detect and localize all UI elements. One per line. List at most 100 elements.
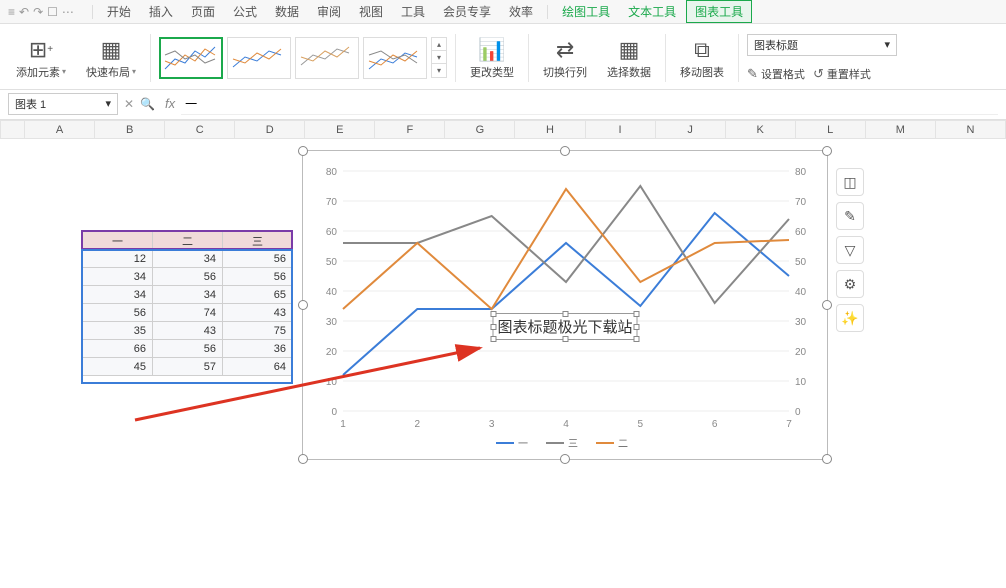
- set-format-button[interactable]: ✎设置格式: [747, 66, 805, 82]
- cell[interactable]: 35: [83, 322, 153, 340]
- cell[interactable]: 12: [83, 250, 153, 268]
- cell[interactable]: 34: [83, 268, 153, 286]
- menu-review[interactable]: 审阅: [309, 1, 349, 22]
- svg-text:一: 一: [518, 439, 528, 450]
- style-thumb-4[interactable]: [363, 37, 427, 79]
- cell[interactable]: 36: [223, 340, 293, 358]
- menu-insert[interactable]: 插入: [141, 1, 181, 22]
- change-type-button[interactable]: 📊 更改类型: [464, 26, 520, 89]
- svg-text:60: 60: [795, 227, 807, 238]
- svg-text:6: 6: [712, 419, 718, 430]
- cell[interactable]: 66: [83, 340, 153, 358]
- col-C[interactable]: C: [165, 121, 235, 139]
- redo-icon[interactable]: ↷: [33, 5, 43, 19]
- menu-start[interactable]: 开始: [99, 1, 139, 22]
- chart-title[interactable]: 图表标题极光下载站: [492, 313, 637, 340]
- undo-icon[interactable]: ↶: [19, 5, 29, 19]
- cell[interactable]: 64: [223, 358, 293, 376]
- data-hdr-3[interactable]: 三: [223, 232, 293, 250]
- menu-icon[interactable]: ≡: [8, 5, 15, 19]
- ribbon: ⊞+ 添加元素▾ ▦ 快速布局▾ ▴ ▾ ▾ 📊 更改类型 ⇄ 切换行列 ▦ 选…: [0, 24, 1006, 90]
- gallery-more-icon[interactable]: ▾: [432, 64, 446, 77]
- col-K[interactable]: K: [725, 121, 795, 139]
- edit-icon[interactable]: ✎: [836, 202, 864, 230]
- cell[interactable]: 56: [223, 268, 293, 286]
- col-F[interactable]: F: [375, 121, 445, 139]
- style-thumb-2[interactable]: [227, 37, 291, 79]
- col-L[interactable]: L: [795, 121, 865, 139]
- cell[interactable]: 75: [223, 322, 293, 340]
- svg-text:60: 60: [326, 227, 338, 238]
- menu-member[interactable]: 会员专享: [435, 1, 499, 22]
- chart-style-icon[interactable]: ◫: [836, 168, 864, 196]
- settings-icon[interactable]: ⚙: [836, 270, 864, 298]
- cell[interactable]: 34: [153, 250, 223, 268]
- zoom-icon[interactable]: 🔍: [140, 97, 155, 111]
- cell[interactable]: 56: [153, 268, 223, 286]
- gallery-scroll[interactable]: ▴ ▾ ▾: [431, 37, 447, 78]
- filter-icon[interactable]: ▽: [836, 236, 864, 264]
- svg-text:1: 1: [340, 419, 346, 430]
- reset-style-button[interactable]: ↺重置样式: [813, 66, 871, 82]
- col-H[interactable]: H: [515, 121, 585, 139]
- chart-plot: 0010102020303040405050606070708080123456…: [303, 151, 829, 461]
- cell[interactable]: 34: [83, 286, 153, 304]
- menu-formula[interactable]: 公式: [225, 1, 265, 22]
- formula-input[interactable]: [181, 93, 998, 115]
- menu-tools[interactable]: 工具: [393, 1, 433, 22]
- cell[interactable]: 45: [83, 358, 153, 376]
- tab-drawing-tools[interactable]: 绘图工具: [554, 1, 618, 22]
- style-thumb-1[interactable]: [159, 37, 223, 79]
- quick-layout-button[interactable]: ▦ 快速布局▾: [80, 26, 142, 89]
- menu-view[interactable]: 视图: [351, 1, 391, 22]
- cell[interactable]: 43: [223, 304, 293, 322]
- style-thumb-3[interactable]: [295, 37, 359, 79]
- cell[interactable]: 74: [153, 304, 223, 322]
- data-hdr-1[interactable]: 一: [83, 232, 153, 250]
- cancel-icon[interactable]: ✕: [124, 97, 134, 111]
- svg-text:30: 30: [795, 317, 807, 328]
- cell[interactable]: 56: [83, 304, 153, 322]
- chart-object[interactable]: 0010102020303040405050606070708080123456…: [302, 150, 828, 460]
- col-A[interactable]: A: [25, 121, 95, 139]
- svg-text:5: 5: [638, 419, 644, 430]
- col-G[interactable]: G: [445, 121, 515, 139]
- svg-text:2: 2: [415, 419, 421, 430]
- data-hdr-2[interactable]: 二: [153, 232, 223, 250]
- col-M[interactable]: M: [865, 121, 935, 139]
- cell[interactable]: 34: [153, 286, 223, 304]
- svg-text:二: 二: [618, 439, 628, 450]
- chevron-down-icon: ▾: [885, 38, 891, 51]
- col-N[interactable]: N: [935, 121, 1005, 139]
- add-element-button[interactable]: ⊞+ 添加元素▾: [10, 26, 72, 89]
- menu-data[interactable]: 数据: [267, 1, 307, 22]
- tab-chart-tools[interactable]: 图表工具: [686, 0, 752, 23]
- cell[interactable]: 65: [223, 286, 293, 304]
- cell[interactable]: 56: [223, 250, 293, 268]
- col-B[interactable]: B: [95, 121, 165, 139]
- magic-icon[interactable]: ✨: [836, 304, 864, 332]
- col-D[interactable]: D: [235, 121, 305, 139]
- col-J[interactable]: J: [655, 121, 725, 139]
- chart-style-gallery: ▴ ▾ ▾: [159, 37, 447, 79]
- select-data-button[interactable]: ▦ 选择数据: [601, 26, 657, 89]
- gallery-up-icon[interactable]: ▴: [432, 38, 446, 51]
- menu-page[interactable]: 页面: [183, 1, 223, 22]
- cell[interactable]: 43: [153, 322, 223, 340]
- worksheet[interactable]: A B C D E F G H I J K L M N 一 二 三 123456…: [0, 120, 1006, 588]
- svg-text:20: 20: [795, 347, 807, 358]
- cell[interactable]: 57: [153, 358, 223, 376]
- add-element-icon: ⊞+: [29, 36, 53, 64]
- save-icon[interactable]: ☐: [47, 5, 58, 19]
- switch-row-col-button[interactable]: ⇄ 切换行列: [537, 26, 593, 89]
- chart-element-combo[interactable]: 图表标题 ▾: [747, 34, 897, 56]
- move-chart-button[interactable]: ⧉ 移动图表: [674, 26, 730, 89]
- gallery-down-icon[interactable]: ▾: [432, 51, 446, 64]
- more-icon[interactable]: ⋯: [62, 5, 74, 19]
- col-E[interactable]: E: [305, 121, 375, 139]
- name-box[interactable]: 图表 1 ▾: [8, 93, 118, 115]
- col-I[interactable]: I: [585, 121, 655, 139]
- cell[interactable]: 56: [153, 340, 223, 358]
- tab-text-tools[interactable]: 文本工具: [620, 1, 684, 22]
- menu-efficiency[interactable]: 效率: [501, 1, 541, 22]
